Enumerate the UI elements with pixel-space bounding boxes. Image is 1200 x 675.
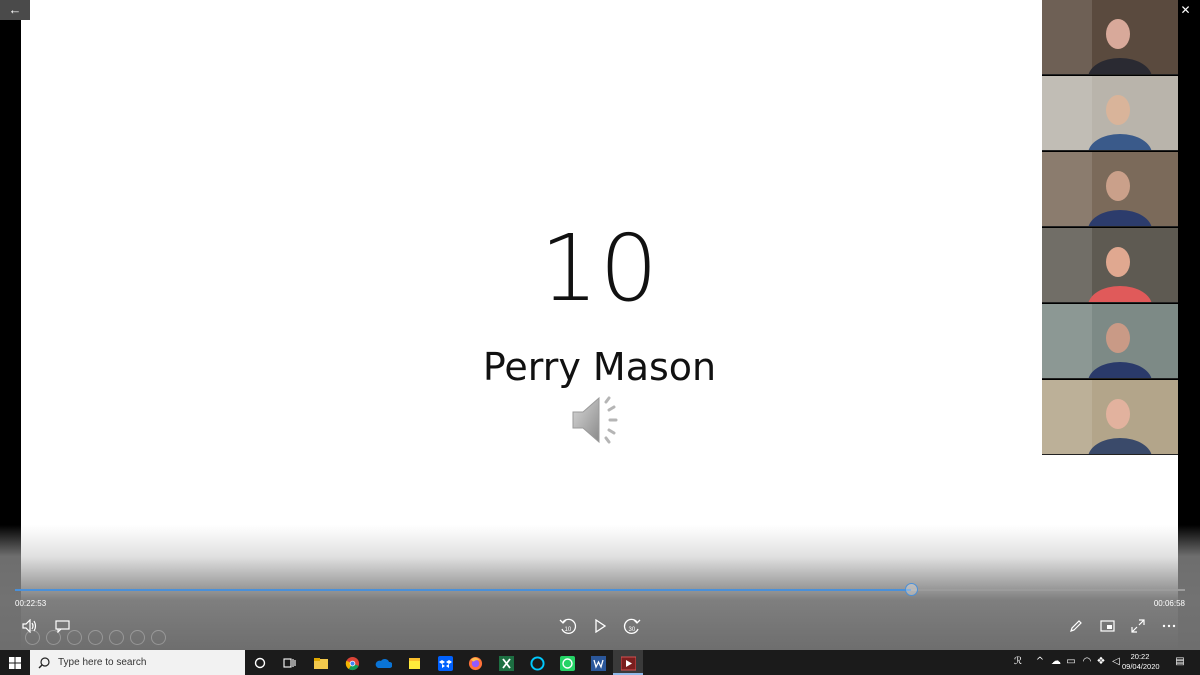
taskbar-search[interactable]: Type here to search — [30, 650, 245, 675]
chrome-icon[interactable] — [342, 653, 362, 673]
wifi-icon[interactable]: ◠ — [1081, 656, 1093, 668]
sticky-notes-icon[interactable] — [404, 653, 424, 673]
slide-number: 10 — [539, 215, 660, 322]
participant-video-tile[interactable] — [1042, 152, 1178, 227]
pencil-icon — [1070, 620, 1082, 632]
participant-gallery — [1042, 0, 1178, 455]
participant-video — [1042, 380, 1152, 454]
play-icon — [595, 619, 606, 633]
more-icon — [1162, 624, 1176, 628]
close-icon: ✕ — [1180, 3, 1191, 17]
skip-forward-30-button[interactable]: 30 — [620, 614, 644, 638]
annotation-forward-icon[interactable] — [46, 630, 61, 645]
notifications-icon[interactable]: ▤ — [1174, 656, 1186, 668]
participant-video — [1042, 304, 1152, 378]
svg-text:10: 10 — [565, 627, 572, 633]
back-arrow-icon: ← — [8, 2, 22, 17]
alexa-icon[interactable] — [527, 653, 547, 673]
annotation-subtitle-icon[interactable] — [130, 630, 145, 645]
mini-view-icon — [1099, 620, 1115, 632]
volume-tray-icon[interactable]: ◁ — [1110, 656, 1122, 668]
skip-back-10-icon: 10 — [559, 618, 577, 634]
whatsapp-icon[interactable] — [557, 653, 577, 673]
search-icon — [38, 656, 50, 668]
cortana-icon[interactable] — [250, 653, 270, 673]
participant-video-tile[interactable] — [1042, 0, 1178, 75]
back-button[interactable]: ← — [0, 0, 30, 20]
file-explorer-icon[interactable] — [311, 653, 331, 673]
more-options-button[interactable] — [1157, 614, 1181, 638]
dropbox-icon[interactable] — [435, 653, 455, 673]
video-player-icon[interactable] — [618, 653, 638, 673]
annotation-back-icon[interactable] — [25, 630, 40, 645]
start-button[interactable] — [0, 650, 30, 675]
chevron-up-icon[interactable]: ^ — [1034, 656, 1046, 668]
onedrive-icon[interactable] — [373, 653, 393, 673]
fullscreen-button[interactable] — [1126, 614, 1150, 638]
participant-video-tile[interactable] — [1042, 304, 1178, 379]
windows-icon — [9, 656, 21, 669]
participant-video — [1042, 228, 1152, 302]
clock-date: 09/04/2020 — [1122, 662, 1160, 671]
firefox-icon[interactable] — [465, 653, 485, 673]
annotation-more-icon[interactable] — [151, 630, 166, 645]
participant-video-tile[interactable] — [1042, 380, 1178, 455]
onedrive-tray-icon[interactable]: ☁ — [1050, 656, 1062, 668]
video-player-window: 10 Perry Mason ← ✕ 00:22:53 00:06:58 10 … — [0, 0, 1200, 675]
seek-bar-fill — [15, 589, 912, 591]
remaining-time: 00:06:58 — [1153, 599, 1185, 608]
participant-video — [1042, 152, 1152, 226]
elapsed-time: 00:22:53 — [15, 599, 47, 608]
participant-video-tile[interactable] — [1042, 76, 1178, 151]
person-icon[interactable]: ℛ — [1012, 656, 1024, 668]
svg-text:30: 30 — [629, 627, 636, 633]
annotation-zoom-icon[interactable] — [109, 630, 124, 645]
taskbar: Type here to search ℛ ^ ☁ ▭ ◠ ❖ ◁ 20:22 … — [0, 650, 1200, 675]
annotation-toolbar — [25, 630, 166, 645]
mini-view-button[interactable] — [1095, 614, 1119, 638]
skip-forward-30-icon: 30 — [623, 618, 641, 634]
speaker-icon[interactable] — [569, 392, 629, 448]
excel-icon[interactable] — [496, 653, 516, 673]
annotation-pen-icon[interactable] — [67, 630, 82, 645]
skip-back-10-button[interactable]: 10 — [556, 614, 580, 638]
dropbox-tray-icon[interactable]: ❖ — [1095, 656, 1107, 668]
annotation-copy-icon[interactable] — [88, 630, 103, 645]
fullscreen-icon — [1131, 619, 1145, 633]
draw-button[interactable] — [1064, 614, 1088, 638]
search-placeholder: Type here to search — [58, 657, 147, 668]
slide-title: Perry Mason — [482, 345, 717, 389]
task-view-icon[interactable] — [280, 653, 300, 673]
word-icon[interactable] — [588, 653, 608, 673]
taskbar-clock[interactable]: 20:22 09/04/2020 — [1122, 652, 1160, 672]
clock-time: 20:22 — [1130, 652, 1150, 661]
play-button[interactable] — [588, 614, 612, 638]
participant-video-tile[interactable] — [1042, 228, 1178, 303]
seek-bar[interactable] — [15, 583, 1185, 596]
battery-icon[interactable]: ▭ — [1065, 656, 1077, 668]
participant-video — [1042, 0, 1152, 74]
participant-video — [1042, 76, 1152, 150]
